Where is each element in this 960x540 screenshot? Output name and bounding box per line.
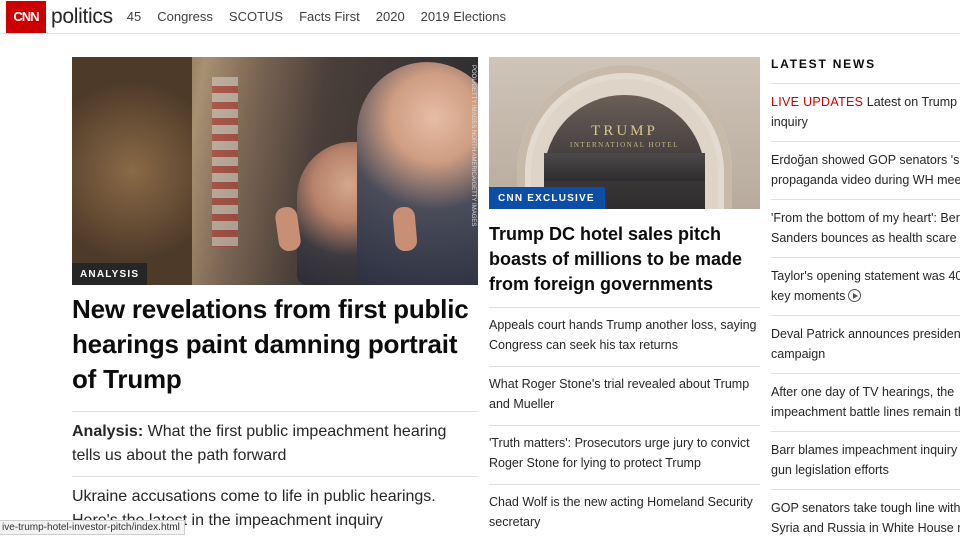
nav-item-facts-first[interactable]: Facts First — [299, 9, 360, 24]
nav-item-2020[interactable]: 2020 — [376, 9, 405, 24]
list-item[interactable]: What Roger Stone's trial revealed about … — [489, 366, 760, 425]
section-title[interactable]: politics — [51, 5, 113, 29]
item-text: key moments — [771, 289, 846, 303]
cnn-logo[interactable]: CNN — [6, 0, 46, 33]
analysis-badge: ANALYSIS — [72, 263, 148, 285]
live-updates-label: LIVE UPDATES — [771, 95, 864, 109]
play-icon[interactable] — [848, 289, 862, 302]
list-item[interactable]: LIVE UPDATES Latest on Trump in inquiry — [771, 83, 960, 141]
nav-item-congress[interactable]: Congress — [157, 9, 213, 24]
item-text: Latest on Trump in — [863, 95, 960, 109]
nav-item-scotus[interactable]: SCOTUS — [229, 9, 283, 24]
list-item[interactable]: Barr blames impeachment inquiry f gun leg… — [771, 431, 960, 489]
image-person-right — [357, 62, 478, 285]
item-text: propaganda video during WH meet — [771, 173, 960, 187]
item-text: Syria and Russia in White House m — [771, 521, 960, 535]
lead-story-column: POOL/GETTY IMAGES NORTH AMERICA/GETTY IM… — [72, 57, 478, 540]
list-item[interactable]: 'From the bottom of my heart': Berr Sande… — [771, 199, 960, 257]
center-headline[interactable]: Trump DC hotel sales pitch boasts of mil… — [489, 222, 760, 307]
image-flag — [212, 77, 238, 247]
item-text: Barr blames impeachment inquiry f — [771, 443, 960, 457]
list-item[interactable]: Erdoğan showed GOP senators 'sur propagan… — [771, 141, 960, 199]
nav-item-45[interactable]: 45 — [127, 9, 141, 24]
image-raised-hand-right — [392, 206, 418, 252]
lead-headline[interactable]: New revelations from first public hearin… — [72, 292, 478, 397]
item-text: gun legislation efforts — [771, 463, 889, 477]
latest-news-list: LIVE UPDATES Latest on Trump in inquiry E… — [771, 83, 960, 540]
list-item[interactable]: GOP senators take tough line with Syria a… — [771, 489, 960, 540]
image-background — [72, 57, 192, 285]
section-nav: 45 Congress SCOTUS Facts First 2020 2019… — [121, 9, 506, 24]
center-story-column: TRUMP INTERNATIONAL HOTEL CNN EXCLUSIVE … — [489, 57, 760, 540]
nav-item-2019-elections[interactable]: 2019 Elections — [421, 9, 506, 24]
photo-credit: POOL/GETTY IMAGES NORTH AMERICA/GETTY IM… — [470, 65, 476, 227]
list-item[interactable]: Deval Patrick announces presidenti campai… — [771, 315, 960, 373]
list-item[interactable]: Taylor's opening statement was 40 key mom… — [771, 257, 960, 315]
item-text: Sanders bounces as health scare fa — [771, 231, 960, 245]
latest-news-title: LATEST NEWS — [771, 57, 876, 71]
item-text: campaign — [771, 347, 826, 361]
exclusive-badge: CNN EXCLUSIVE — [489, 187, 605, 209]
item-text: Taylor's opening statement was 40 — [771, 269, 960, 283]
list-item[interactable]: Chad Wolf is the new acting Homeland Sec… — [489, 484, 760, 540]
image-awning — [544, 153, 705, 181]
image-hotel-subsign: INTERNATIONAL HOTEL — [570, 141, 679, 149]
item-text: 'From the bottom of my heart': Berr — [771, 211, 960, 225]
site-header: CNN politics 45 Congress SCOTUS Facts Fi… — [0, 0, 960, 34]
list-item[interactable]: After one day of TV hearings, the impeach… — [771, 373, 960, 431]
item-text: Erdoğan showed GOP senators 'sur — [771, 153, 960, 167]
item-text: GOP senators take tough line with — [771, 501, 960, 515]
list-item[interactable]: Appeals court hands Trump another loss, … — [489, 307, 760, 366]
hotel-story-image[interactable]: TRUMP INTERNATIONAL HOTEL CNN EXCLUSIVE — [489, 57, 760, 209]
latest-news-panel: LATEST NEWS LIVE UPDATES Latest on Trump… — [771, 57, 960, 540]
list-item[interactable]: 'Truth matters': Prosecutors urge jury t… — [489, 425, 760, 484]
item-text: inquiry — [771, 115, 808, 129]
story-label: Analysis: — [72, 423, 144, 440]
lead-story-image[interactable]: POOL/GETTY IMAGES NORTH AMERICA/GETTY IM… — [72, 57, 478, 285]
link-status-bar: ive-trump-hotel-investor-pitch/index.htm… — [0, 520, 185, 535]
item-text: impeachment battle lines remain th — [771, 405, 960, 419]
item-text: Deval Patrick announces presidenti — [771, 327, 960, 341]
item-text: After one day of TV hearings, the — [771, 385, 955, 399]
image-hotel-sign: TRUMP — [591, 123, 658, 139]
lead-related-story[interactable]: Analysis: What the first public impeachm… — [72, 411, 478, 476]
